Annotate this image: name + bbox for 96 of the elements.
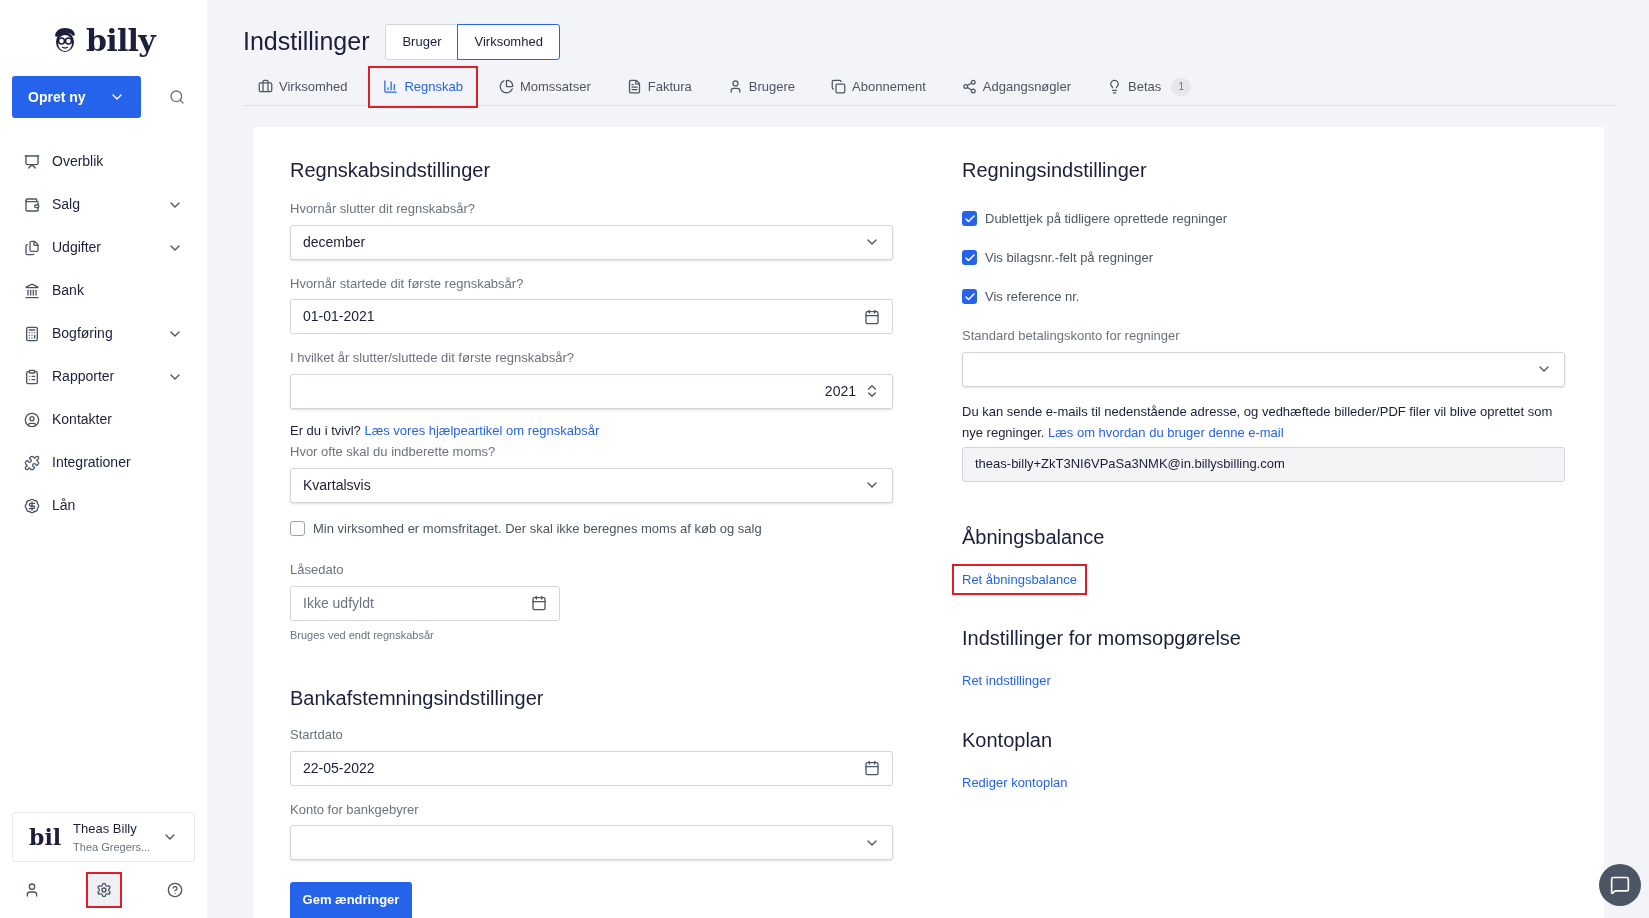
- field-label: Låsedato: [290, 561, 344, 579]
- check-icon: [963, 251, 976, 264]
- scope-toggle[interactable]: Virksomhed: [457, 23, 560, 60]
- scope-toggle[interactable]: Bruger: [385, 23, 459, 60]
- checkbox[interactable]: [962, 289, 977, 304]
- help-icon[interactable]: [167, 882, 183, 898]
- settings-tab[interactable]: Momssatser: [483, 65, 606, 108]
- checkbox-label: Dublettjek på tidligere oprettede regninger: [985, 209, 1228, 228]
- date-field[interactable]: 22-05-2022: [290, 750, 893, 786]
- bank-building-icon: [24, 282, 40, 299]
- nav-item[interactable]: Bank: [12, 269, 195, 312]
- nav-item[interactable]: Bogføring: [12, 312, 195, 355]
- copy-icon: [831, 79, 847, 94]
- save-button[interactable]: Gem ændringer: [290, 882, 412, 918]
- company-logo: bil: [29, 826, 62, 848]
- checkbox[interactable]: [290, 520, 305, 536]
- nav-item[interactable]: Kontakter: [12, 398, 195, 441]
- section-heading: Bankafstemningsindstillinger: [290, 686, 545, 711]
- section-heading: Åbningsbalance: [962, 524, 1106, 550]
- chat-icon: [1610, 875, 1630, 895]
- lightbulb-icon: [1107, 79, 1122, 94]
- user-circle-icon: [24, 411, 40, 428]
- nav-item[interactable]: Salg: [12, 183, 195, 226]
- email-info-text: Du kan sende e-mails til nedenstående adresse, og vedhæftede billeder/PDF filer vil blive oprettet som nye regninger. Læs om hvordan du bruger denne e-mail: [962, 402, 1554, 442]
- clipboard-icon: [24, 368, 40, 385]
- settings-tab[interactable]: Regnskab: [368, 65, 478, 108]
- help-text: Er du i tvivl? Læs vores hjælpeartikel om regnskabsår: [290, 421, 601, 440]
- checkbox[interactable]: [962, 250, 977, 265]
- check-icon: [963, 212, 976, 225]
- date-field[interactable]: Ikke udfyldt: [290, 585, 560, 621]
- checkbox[interactable]: [962, 211, 977, 226]
- settings-tab[interactable]: Betas 1: [1092, 65, 1207, 108]
- presentation-board-icon: [24, 153, 40, 170]
- checkbox-label: Vis bilagsnr.-felt på regninger: [985, 248, 1154, 267]
- email-field[interactable]: theas-billy+ZkT3NI6VPaSa3NMK@in.billysbilling.com: [962, 446, 1565, 482]
- number-field[interactable]: 2021: [290, 373, 893, 409]
- settings-link[interactable]: Rediger kontoplan: [952, 766, 1078, 798]
- settings-tab[interactable]: Faktura: [611, 65, 707, 108]
- field-label: Hvornår startede dit første regnskabsår?: [290, 274, 524, 293]
- create-new-button[interactable]: Opret ny: [12, 76, 141, 118]
- bar-chart-icon: [383, 79, 399, 94]
- wallet-icon: [24, 196, 40, 213]
- settings-tab[interactable]: Abonnement: [816, 65, 941, 108]
- check-icon: [963, 290, 976, 303]
- settings-tab[interactable]: Virksomhed: [243, 65, 363, 108]
- document-icon: [626, 79, 642, 94]
- select-field[interactable]: Kvartalsvis: [290, 467, 893, 503]
- calendar-icon: [531, 595, 547, 611]
- calendar-icon: [864, 760, 880, 776]
- share-nodes-icon: [961, 79, 977, 94]
- help-link[interactable]: Læs vores hjælpeartikel om regnskabsår: [364, 422, 600, 438]
- puzzle-icon: [24, 454, 40, 471]
- pie-chart-icon: [498, 79, 514, 94]
- field-label: Hvornår slutter dit regnskabsår?: [290, 200, 475, 218]
- field-label: Startdato: [290, 726, 343, 744]
- nav-item[interactable]: Overblik: [12, 140, 195, 183]
- select-field[interactable]: [290, 825, 893, 860]
- field-label: Hvor ofte skal du indberette moms?: [290, 443, 496, 461]
- select-field[interactable]: [962, 351, 1565, 387]
- nav-item[interactable]: Udgifter: [12, 226, 195, 269]
- logo-text: billy: [86, 21, 155, 60]
- field-label: I hvilket år slutter/sluttede dit første regnskabsår?: [290, 349, 574, 367]
- user-icon[interactable]: [24, 882, 40, 898]
- count-badge: 1: [1171, 77, 1192, 96]
- search-icon[interactable]: [169, 89, 185, 105]
- calculator-icon: [24, 325, 40, 342]
- nav-item[interactable]: Lån: [12, 484, 195, 527]
- calendar-icon: [864, 308, 880, 325]
- chat-button[interactable]: [1599, 864, 1641, 906]
- briefcase-icon: [258, 79, 273, 94]
- select-field[interactable]: december: [290, 224, 893, 260]
- settings-link[interactable]: Ret åbningsbalance: [952, 563, 1087, 595]
- settings-button[interactable]: [85, 872, 122, 908]
- section-heading: Kontoplan: [962, 727, 1054, 753]
- checkbox-label: Vis reference nr.: [985, 287, 1080, 306]
- field-hint: Bruges ved endt regnskabsår: [290, 627, 434, 643]
- section-heading: Indstillinger for momsopgørelse: [962, 626, 1242, 651]
- field-label: Standard betalingskonto for regninger: [962, 327, 1180, 345]
- date-field[interactable]: 01-01-2021: [290, 299, 893, 334]
- settings-tab[interactable]: Brugere: [712, 65, 811, 108]
- account-subtitle: Thea Gregers...: [73, 839, 151, 855]
- settings-link[interactable]: Ret indstillinger: [952, 665, 1061, 697]
- field-label: Konto for bankgebyrer: [290, 800, 419, 819]
- settings-tab[interactable]: Adgangsnøgler: [946, 65, 1086, 108]
- nav-item[interactable]: Integrationer: [12, 441, 195, 484]
- nav-item[interactable]: Rapporter: [12, 355, 195, 398]
- money-badge-icon: [24, 497, 40, 514]
- page-title: Indstillinger: [243, 25, 370, 57]
- settings-icon: [95, 882, 112, 898]
- account-name: Theas Billy: [73, 820, 138, 838]
- section-heading: Regnskabsindstillinger: [290, 158, 492, 183]
- user-icon: [727, 79, 743, 94]
- documents-icon: [24, 239, 40, 256]
- email-help-link[interactable]: Læs om hvordan du bruger denne e-mail: [1048, 424, 1284, 440]
- checkbox-label: Min virksomhed er momsfritaget. Der skal ikke beregnes moms af køb og salg: [313, 519, 762, 538]
- section-heading: Regningsindstillinger: [962, 158, 1148, 183]
